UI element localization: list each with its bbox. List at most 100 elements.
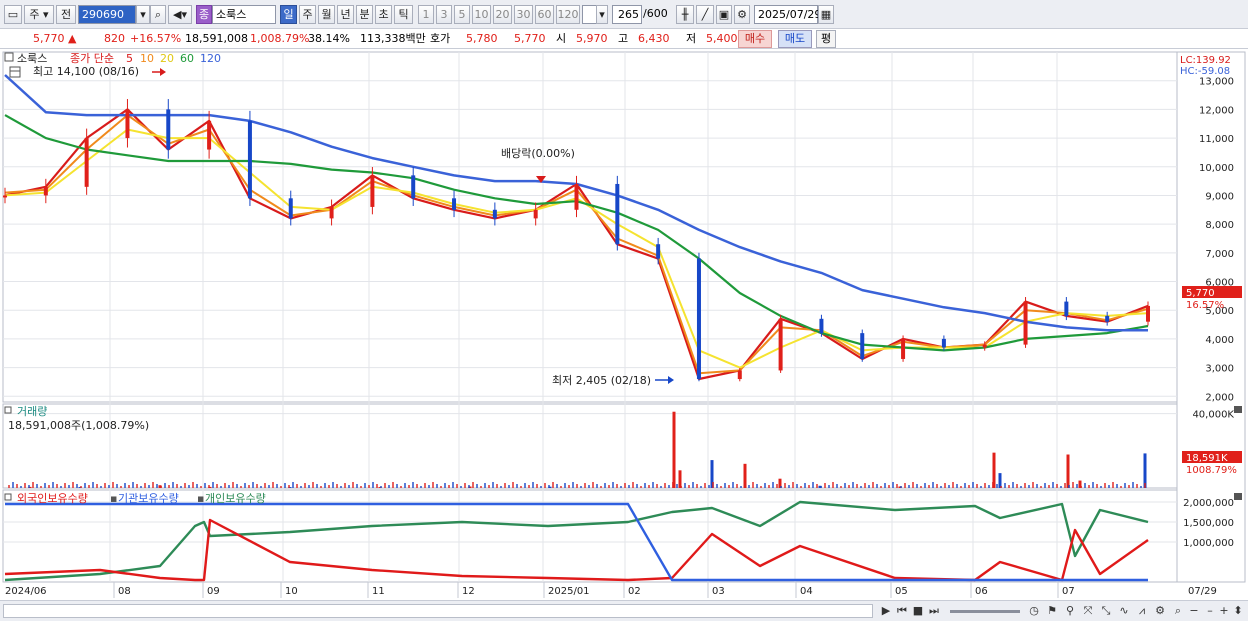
volume-minor-bar (408, 485, 410, 488)
period-minute-button[interactable]: 분 (356, 5, 373, 24)
volume-minor-bar (964, 483, 966, 488)
interval-20-button[interactable]: 20 (493, 5, 512, 24)
bar-count-input[interactable]: 265 (612, 5, 642, 24)
volume-minor-bar (80, 486, 82, 488)
volume-minor-bar (448, 485, 450, 488)
volume-minor-bar (888, 485, 890, 488)
date-input[interactable]: 2025/07/29 (754, 5, 821, 24)
period-day-button[interactable]: 일 (280, 5, 297, 24)
magnify-icon[interactable]: ⌕ (1170, 603, 1186, 619)
volume-minor-bar (288, 485, 290, 488)
volume-minor-bar (556, 484, 558, 488)
ma20-legend: 20 (160, 52, 174, 65)
volume-minor-bar (960, 486, 962, 488)
volume-minor-bar (276, 484, 278, 488)
volume-minor-bar (688, 485, 690, 488)
interval-60-button[interactable]: 60 (535, 5, 554, 24)
lc-label: LC:139.92 (1180, 55, 1231, 66)
volume-minor-bar (900, 486, 902, 488)
volume-minor-bar (912, 482, 914, 488)
period-month-button[interactable]: 월 (318, 5, 335, 24)
period-tick-button[interactable]: 틱 (394, 5, 413, 24)
volume-minor-bar (752, 482, 754, 488)
volume-minor-bar (1108, 485, 1110, 488)
ma5-legend: 5 (126, 52, 133, 65)
interval-1-button[interactable]: 1 (418, 5, 434, 24)
volume-minor-bar (992, 482, 994, 488)
volume-minor-bar (308, 485, 310, 488)
candle-body (737, 370, 742, 380)
save-icon[interactable]: ▣ (716, 5, 732, 24)
volume-minor-bar (188, 485, 190, 488)
candle-type-icon[interactable]: ╫ (676, 5, 694, 24)
volume-minor-bar (524, 483, 526, 488)
settings-tool-icon[interactable]: ⚙ (1152, 603, 1168, 619)
line-tool-icon[interactable]: ⚲ (1062, 603, 1078, 619)
volume-pct-tag: 1008.79% (1186, 465, 1237, 476)
period-year-button[interactable]: 년 (337, 5, 354, 24)
volume-minor-bar (680, 486, 682, 488)
volume-minor-bar (16, 484, 18, 488)
stop-icon[interactable]: ■ (910, 603, 926, 619)
mode-main-dropdown[interactable]: 주 ▾ (24, 5, 54, 24)
volume-minor-bar (368, 485, 370, 488)
interval-3-button[interactable]: 3 (436, 5, 452, 24)
volume-minor-bar (352, 482, 354, 488)
volume-minor-bar (624, 483, 626, 488)
table-icon[interactable] (9, 66, 21, 78)
volume-minor-bar (428, 485, 430, 488)
candle-body (1064, 301, 1069, 316)
sell-button[interactable]: 매도 (778, 30, 812, 48)
flag-icon[interactable]: ⚑ (1044, 603, 1060, 619)
volume-minor-bar (380, 486, 382, 488)
zoom-prev-icon[interactable]: ◷ (1026, 603, 1042, 619)
volume-minor-bar (204, 483, 206, 488)
scroll-back-icon[interactable]: ⏮ (894, 603, 910, 619)
eval-button[interactable]: 평 (816, 30, 836, 48)
speaker-icon[interactable]: ◀▾ (168, 5, 192, 24)
interval-5-button[interactable]: 5 (454, 5, 470, 24)
period-second-button[interactable]: 초 (375, 5, 392, 24)
volume-close-icon[interactable] (1234, 406, 1242, 413)
scroll-track[interactable] (3, 604, 873, 618)
volume-minor-bar (392, 482, 394, 488)
wave-tool-icon[interactable]: ∿ (1116, 603, 1132, 619)
interval-30-button[interactable]: 30 (514, 5, 533, 24)
volume-minor-bar (1112, 482, 1114, 488)
high-label: 고 (618, 32, 629, 45)
interval-10-button[interactable]: 10 (472, 5, 491, 24)
volume-minor-bar (780, 486, 782, 488)
volume-minor-bar (540, 486, 542, 488)
calendar-icon[interactable]: ▦ (818, 5, 834, 24)
holding-close-icon[interactable] (1234, 493, 1242, 500)
chart-canvas[interactable]: 2,0003,0004,0005,0006,0007,0008,0009,000… (0, 50, 1248, 600)
draw-tool-icon[interactable]: ╱ (696, 5, 714, 24)
volume-minor-bar (896, 484, 898, 488)
scroll-forward-icon[interactable]: ⏭ (926, 603, 942, 619)
code-dropdown-icon[interactable]: ▾ (136, 5, 150, 24)
interval-120-button[interactable]: 120 (556, 5, 580, 24)
zoom-out-icon[interactable]: − (1186, 603, 1202, 619)
volume-minor-bar (136, 484, 138, 488)
volume-minor-bar (300, 486, 302, 488)
chart-area[interactable]: 2,000 3,000 4,000 5,000 6,000 7,000 8,000 9,000… (0, 50, 1248, 600)
pct-tag: 16.57% (1186, 300, 1224, 311)
stock-code-input[interactable]: 290690 (78, 5, 136, 24)
trend-tool-icon[interactable]: ⤡ (1098, 603, 1114, 619)
fib-tool-icon[interactable]: ⩘ (1134, 603, 1150, 619)
gear-icon[interactable]: ⚙ (734, 5, 750, 24)
scroll-right-icon[interactable]: ▶ (878, 603, 894, 619)
volume-minor-bar (404, 483, 406, 488)
volume-minor-bar (920, 486, 922, 488)
zoom-slider[interactable] (950, 610, 1020, 613)
stock-name-field[interactable]: 소룩스 (212, 5, 276, 24)
arrow-up-icon[interactable]: ⬍ (1230, 603, 1246, 619)
search-icon[interactable]: ⌕ (150, 5, 166, 24)
prev-button[interactable]: 전 (56, 5, 76, 24)
volume-minor-bar (716, 484, 718, 488)
window-icon[interactable]: ▭ (4, 5, 22, 24)
cross-tool-icon[interactable]: ⤧ (1080, 603, 1096, 619)
buy-button[interactable]: 매수 (738, 30, 772, 48)
period-week-button[interactable]: 주 (299, 5, 316, 24)
interval-dropdown-icon[interactable]: ▾ (596, 5, 608, 24)
